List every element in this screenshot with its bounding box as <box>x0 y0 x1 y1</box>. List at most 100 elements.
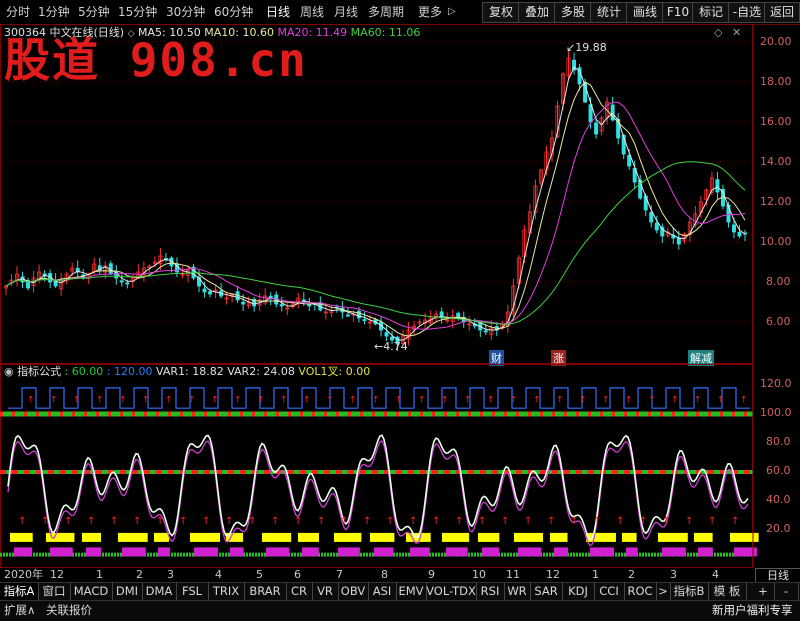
candle-body <box>676 237 681 245</box>
indicator-tab-14[interactable]: RSI <box>476 583 505 600</box>
signal-arrow-icon: ↑ <box>234 395 242 405</box>
ma20-line <box>5 101 746 330</box>
buy-arrow-icon: ↑ <box>64 516 72 527</box>
ma5-label: MA5: 10.50 <box>138 26 201 39</box>
signal-arrow-icon: ↑ <box>648 395 656 405</box>
overlay-button[interactable]: 叠加 <box>518 2 556 23</box>
remove-tab-button[interactable]: - <box>774 583 799 600</box>
period-tab-more[interactable]: 更多 <box>418 0 442 24</box>
indicator-tab-8[interactable]: CR <box>286 583 313 600</box>
period-tab-monthly[interactable]: 月线 <box>334 0 358 24</box>
price-chart-panel[interactable]: 股道 908.cn 300364 中文在线(日线) ◇ MA5: 10.50 M… <box>0 24 800 366</box>
indicator-tab-3[interactable]: DMI <box>112 583 143 600</box>
buy-arrow-icon: ↑ <box>570 516 578 527</box>
indicator-tab-5[interactable]: FSL <box>176 583 209 600</box>
indicator-tab-12[interactable]: EMV <box>396 583 427 600</box>
indicator-tab-15[interactable]: WR <box>504 583 531 600</box>
indicator-tab-2[interactable]: MACD <box>70 583 113 600</box>
yellow-block <box>370 532 395 542</box>
signal-arrow-icon: ↑ <box>556 395 564 405</box>
period-tab-60min[interactable]: 60分钟 <box>214 0 253 24</box>
f10-button[interactable]: F10 <box>662 2 694 23</box>
buy-arrow-icon: ↑ <box>133 516 141 527</box>
adjust-button[interactable]: 复权 <box>482 2 520 23</box>
buy-arrow-icon: ↑ <box>639 516 647 527</box>
indicator-tab-17[interactable]: KDJ <box>562 583 595 600</box>
signal-arrow-icon: ↑ <box>740 395 748 405</box>
buy-arrow-icon: ↑ <box>87 516 95 527</box>
back-button[interactable]: 返回 <box>764 2 800 23</box>
indicator-tab-11[interactable]: ASI <box>368 583 397 600</box>
signal-arrow-icon: ↑ <box>602 395 610 405</box>
indicator-svg[interactable]: ↑ ↑ ↑ ↑ ↑ ↑ ↑ ↑ ↑ ↑ ↑ ↑ ↑ ↑ ↑ ↑ ↑ ↑ ↑ ↑ ↑ ↑ ↑ ↑ ↑ ↑ ↑ ↑ ↑ ↑ ↑ ↑ ↑ ↑ ↑ ↑ ↑ ↑ ↑ ↑… <box>0 364 800 568</box>
indicator-name[interactable]: 指标公式 <box>17 365 61 378</box>
indicator-tab-22[interactable]: 模 板 <box>708 583 747 600</box>
mark-button[interactable]: 标记 <box>692 2 730 23</box>
yellow-block <box>298 532 319 542</box>
buy-arrow-icon: ↑ <box>455 516 463 527</box>
multi-stock-button[interactable]: 多股 <box>554 2 592 23</box>
buy-arrow-icon: ↑ <box>386 516 394 527</box>
price-tick: 6.00 <box>766 315 791 328</box>
candle-body <box>119 280 124 283</box>
signal-arrow-icon: ↑ <box>142 395 150 405</box>
new-user-promo-link[interactable]: 新用户福利专享 <box>712 601 793 620</box>
diamond-icon[interactable]: ◇ <box>714 26 722 39</box>
indicator-tab-16[interactable]: SAR <box>530 583 563 600</box>
watchlist-button[interactable]: -自选 <box>728 2 766 23</box>
indicator-dropdown-icon[interactable]: ◉ <box>4 365 14 378</box>
indicator-value-blue: : 120.00 <box>106 365 153 378</box>
period-tab-5min[interactable]: 5分钟 <box>78 0 110 24</box>
stock-name: 中文在线 <box>49 26 94 39</box>
indicator-tab-4[interactable]: DMA <box>142 583 177 600</box>
indicator-tab-13[interactable]: VOL-TDX <box>426 583 477 600</box>
signal-arrow-icon: ↑ <box>441 395 449 405</box>
close-icon[interactable]: ✕ <box>732 26 741 39</box>
date-tick-label: 11 <box>506 568 520 581</box>
candle-body <box>125 282 130 285</box>
date-tick-label: 12 <box>50 568 64 581</box>
yellow-block <box>442 532 470 542</box>
yellow-block <box>730 532 759 542</box>
signal-arrow-icon: ↑ <box>349 395 357 405</box>
indicator-tab-19[interactable]: ROC <box>624 583 657 600</box>
buy-arrow-icon: ↑ <box>662 516 670 527</box>
ma5-line <box>5 66 746 341</box>
indicator-tab-21[interactable]: 指标B <box>670 583 709 600</box>
magenta-block <box>158 547 170 557</box>
period-tab-daily[interactable]: 日线 <box>266 0 290 24</box>
date-tick-label: 8 <box>381 568 388 581</box>
indicator-var2: VAR2: 24.08 <box>227 365 295 378</box>
period-tab-30min[interactable]: 30分钟 <box>166 0 205 24</box>
date-axis: 2020年 12 1 2 3 4 5 6 7 8 9 10 11 12 1 2 3 4 日线 <box>0 568 800 584</box>
period-tab-1min[interactable]: 1分钟 <box>38 0 70 24</box>
bottom-bar: 扩展∧ 关联报价 新用户福利专享 <box>0 600 800 621</box>
indicator-panel[interactable]: ↑ ↑ ↑ ↑ ↑ ↑ ↑ ↑ ↑ ↑ ↑ ↑ ↑ ↑ ↑ ↑ ↑ ↑ ↑ ↑ ↑ ↑ ↑ ↑ ↑ ↑ ↑ ↑ ↑ ↑ ↑ ↑ ↑ ↑ ↑ ↑ ↑ ↑ ↑ ↑… <box>0 364 800 568</box>
indicator-tab-9[interactable]: VR <box>312 583 339 600</box>
indicator-tab-7[interactable]: BRAR <box>244 583 287 600</box>
period-tab-weekly[interactable]: 周线 <box>300 0 324 24</box>
signal-arrow-icon: ↑ <box>27 395 35 405</box>
more-arrow-icon[interactable]: ▷ <box>448 0 456 24</box>
period-tab-multi[interactable]: 多周期 <box>368 0 404 24</box>
indicator-tab-6[interactable]: TRIX <box>208 583 245 600</box>
dropdown-icon[interactable]: ◇ <box>128 29 135 39</box>
signal-arrow-icon: ↑ <box>533 395 541 405</box>
period-tab-tick[interactable]: 分时 <box>6 0 30 24</box>
indicator-tab-0[interactable]: 指标A <box>0 583 39 600</box>
magenta-block <box>410 547 430 557</box>
add-tab-button[interactable]: + <box>752 583 775 600</box>
indicator-tab-18[interactable]: CCI <box>594 583 625 600</box>
price-tick: 8.00 <box>766 275 791 288</box>
related-quotes-button[interactable]: 关联报价 <box>46 601 92 620</box>
yellow-block <box>82 532 102 542</box>
indicator-tab-10[interactable]: OBV <box>338 583 369 600</box>
indicator-tab-20[interactable]: > <box>656 583 671 600</box>
expand-button[interactable]: 扩展∧ <box>4 601 35 620</box>
signal-arrow-icon: ↑ <box>487 395 495 405</box>
magenta-block <box>230 547 244 557</box>
period-tab-15min[interactable]: 15分钟 <box>118 0 157 24</box>
draw-line-button[interactable]: 画线 <box>626 2 664 23</box>
indicator-tab-1[interactable]: 窗口 <box>38 583 71 600</box>
statistics-button[interactable]: 统计 <box>590 2 628 23</box>
